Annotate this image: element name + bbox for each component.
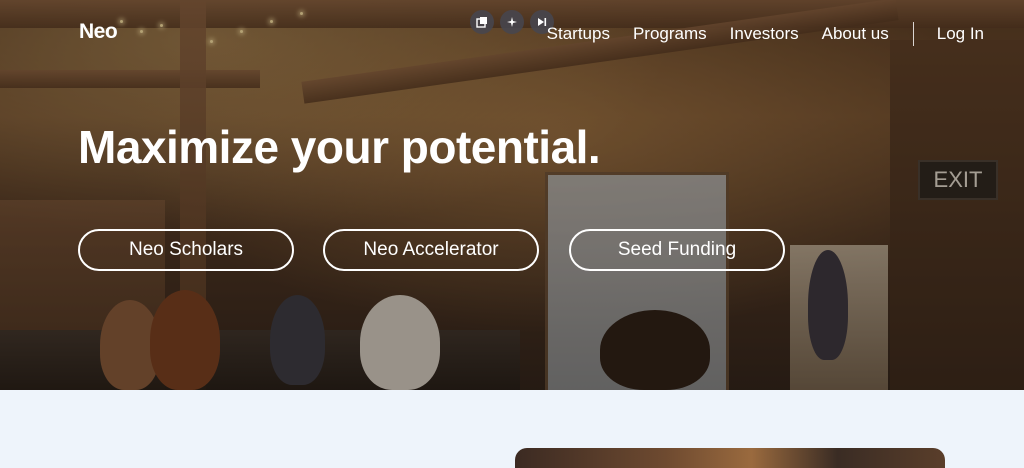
- nav-item-startups[interactable]: Startups: [547, 24, 610, 44]
- hero-background-image: EXIT: [0, 0, 1024, 390]
- logo[interactable]: Neo: [79, 20, 118, 44]
- neo-accelerator-button[interactable]: Neo Accelerator: [323, 229, 539, 271]
- hero-headline: Maximize your potential.: [78, 121, 601, 173]
- nav-divider: [912, 22, 914, 46]
- nav-item-investors[interactable]: Investors: [730, 24, 799, 44]
- picture-in-picture-icon[interactable]: [470, 10, 494, 34]
- sparkles-icon[interactable]: [500, 10, 524, 34]
- library-photo: [515, 448, 945, 468]
- hero-overlay: [0, 0, 1024, 390]
- neo-scholars-button[interactable]: Neo Scholars: [78, 229, 294, 271]
- nav-item-about-us[interactable]: About us: [822, 24, 889, 44]
- seed-funding-button[interactable]: Seed Funding: [569, 229, 785, 271]
- login-link[interactable]: Log In: [937, 24, 984, 44]
- nav-item-programs[interactable]: Programs: [633, 24, 707, 44]
- main-nav: Startups Programs Investors About us Log…: [524, 22, 984, 46]
